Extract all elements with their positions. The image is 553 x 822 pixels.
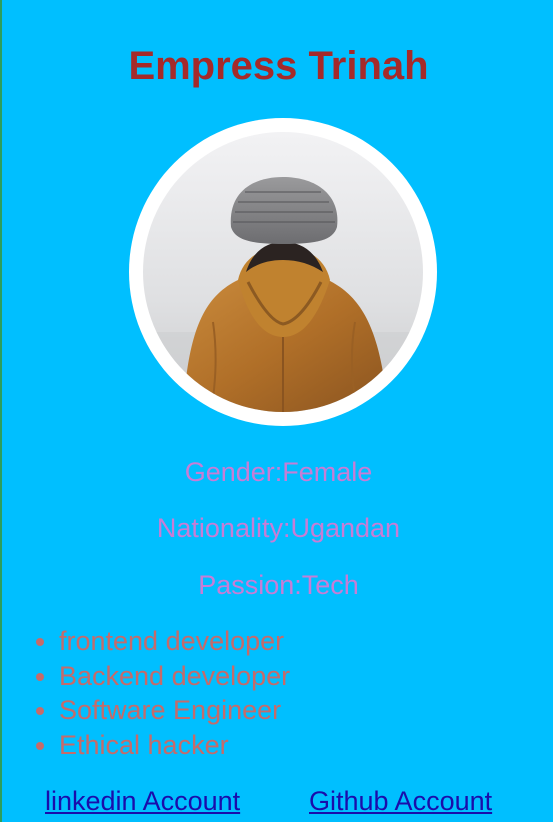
- page-title: Empress Trinah: [128, 44, 429, 88]
- gender-text: Gender:Female: [184, 457, 373, 487]
- avatar-photo: [143, 132, 423, 412]
- nationality-text: Nationality:Ugandan: [156, 513, 401, 543]
- list-item: Backend developer: [59, 659, 290, 694]
- list-item: Ethical hacker: [59, 728, 290, 763]
- list-item: frontend developer: [59, 624, 290, 659]
- profile-avatar: [129, 118, 437, 426]
- skills-list: frontend developer Backend developer Sof…: [2, 624, 290, 762]
- passion-text: Passion:Tech: [198, 570, 359, 600]
- list-item: Software Engineer: [59, 693, 290, 728]
- linkedin-link[interactable]: linkedin Account: [45, 784, 240, 818]
- github-link[interactable]: Github Account: [309, 784, 492, 818]
